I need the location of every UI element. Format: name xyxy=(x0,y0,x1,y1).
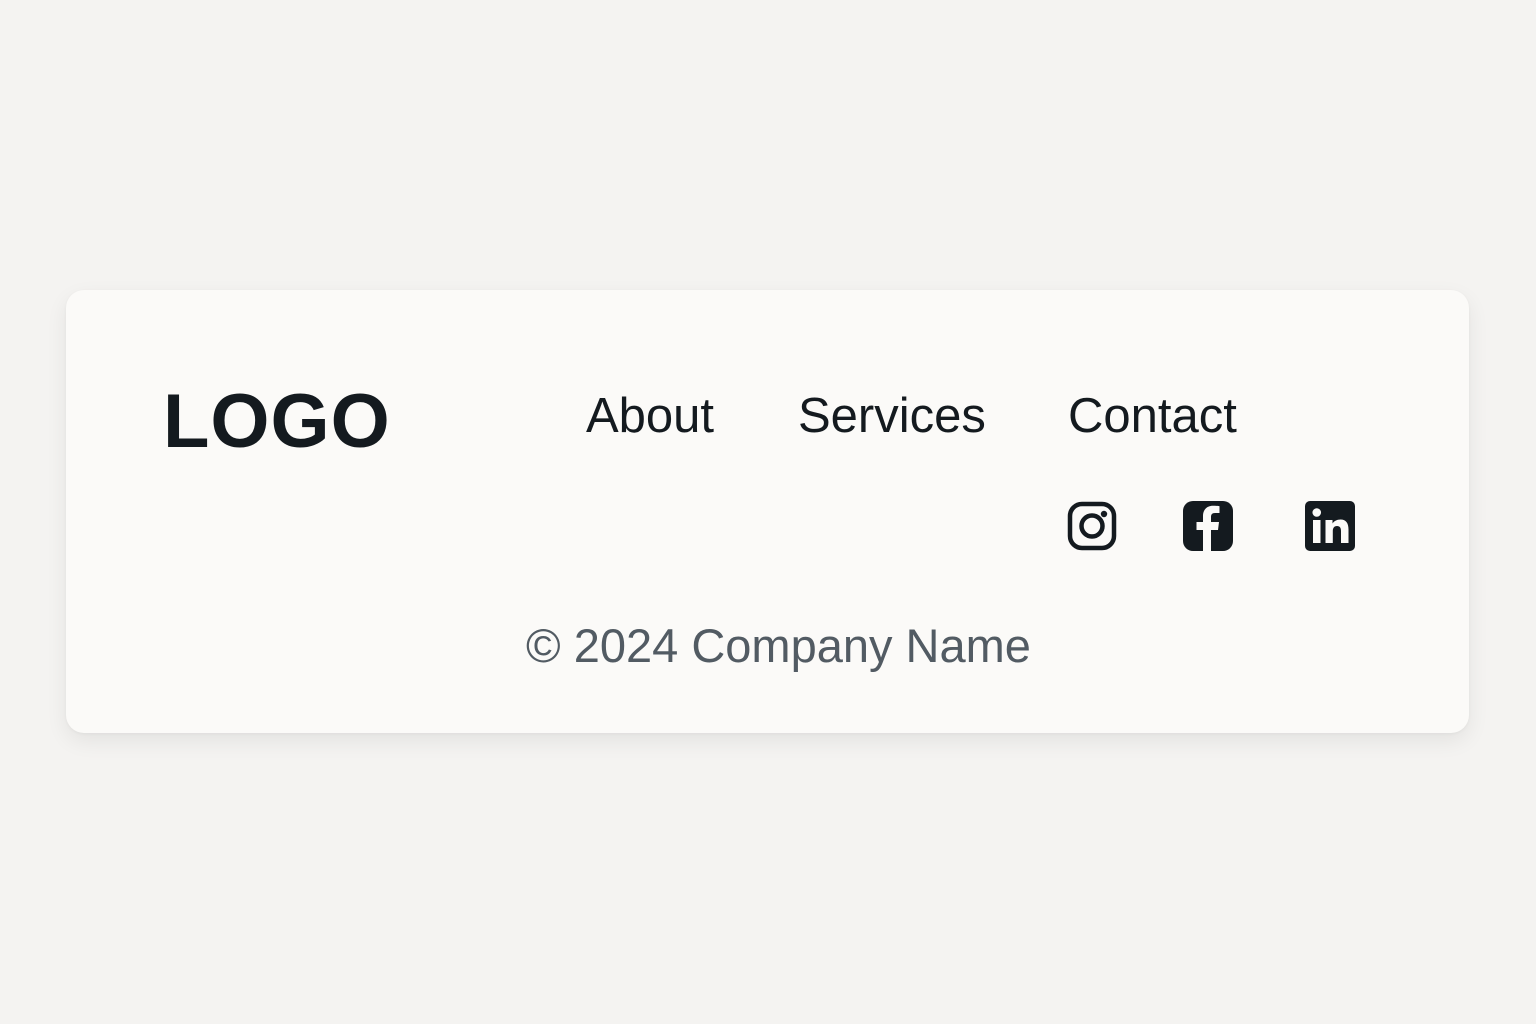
nav-link-about[interactable]: About xyxy=(586,392,714,441)
linkedin-link[interactable] xyxy=(1304,500,1356,552)
copyright-text: © 2024 Company Name xyxy=(526,619,1031,672)
facebook-icon xyxy=(1182,500,1234,552)
nav-link-services[interactable]: Services xyxy=(798,392,986,441)
nav-link-contact[interactable]: Contact xyxy=(1068,392,1237,441)
facebook-link[interactable] xyxy=(1182,500,1234,552)
logo[interactable]: LOGO xyxy=(163,384,391,460)
footer: LOGO About Services Contact © 2024 Compa… xyxy=(66,290,1469,733)
instagram-link[interactable] xyxy=(1066,500,1118,552)
instagram-icon xyxy=(1066,500,1118,552)
linkedin-icon xyxy=(1304,500,1356,552)
